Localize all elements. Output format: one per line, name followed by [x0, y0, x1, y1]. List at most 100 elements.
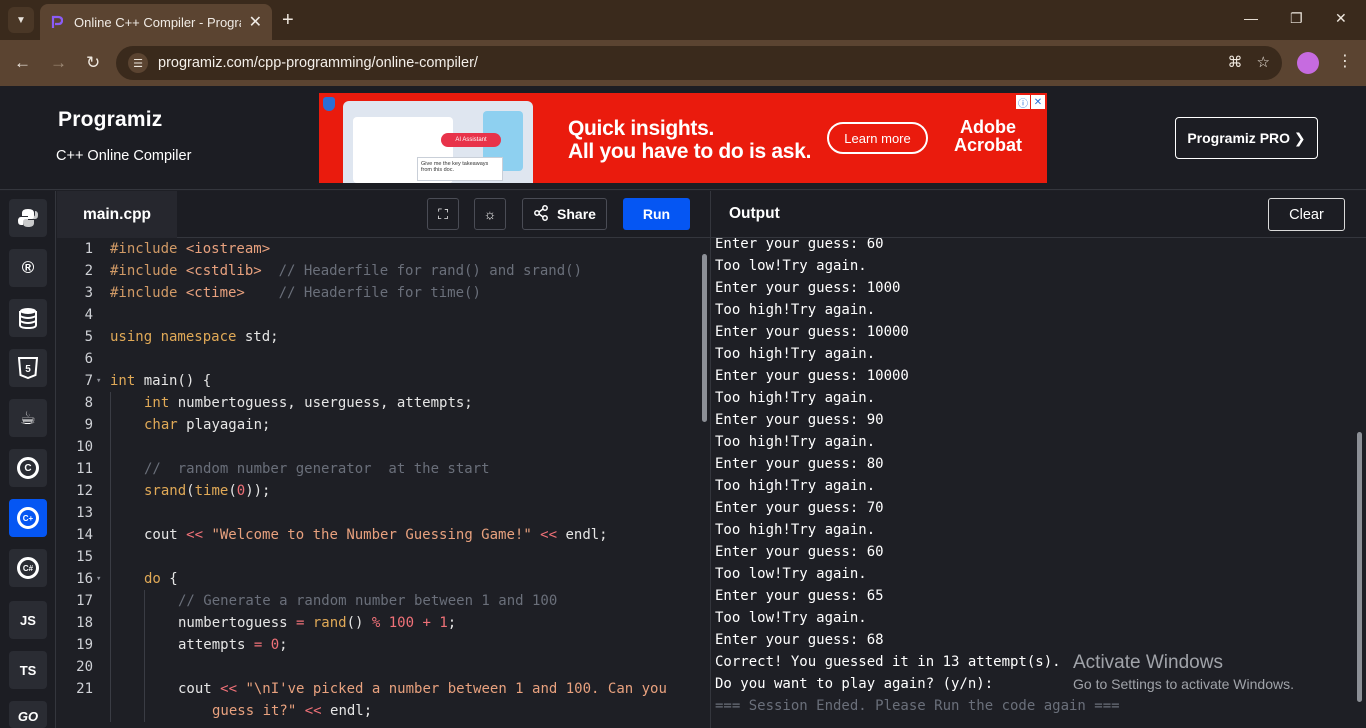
html5-icon[interactable]: 5: [9, 349, 47, 387]
ad-info-icon[interactable]: ⓘ: [1016, 95, 1030, 110]
code-line[interactable]: 20: [57, 656, 697, 678]
output-toolbar: Output Clear: [711, 191, 1366, 238]
language-sidebar: ® 5 ☕ C C+ C# JS TS GO: [0, 191, 56, 728]
cpp-language-icon[interactable]: C+: [9, 499, 47, 537]
code-line[interactable]: 7 ▾ int main() {: [57, 370, 697, 392]
java-icon[interactable]: ☕: [9, 399, 47, 437]
code-line[interactable]: 8 int numbertoguess, userguess, attempts;: [57, 392, 697, 414]
code-line[interactable]: 4: [57, 304, 697, 326]
code-text: attempts = 0;: [178, 637, 288, 653]
tab-title: Online C++ Compiler - Programiz: [74, 14, 241, 30]
code-line[interactable]: 5 using namespace std;: [57, 326, 697, 348]
indent-guide: [110, 392, 111, 722]
code-line[interactable]: 2 #include <cstdlib> // Headerfile for ra…: [57, 260, 697, 282]
new-tab-button[interactable]: +: [282, 8, 294, 32]
code-line[interactable]: 14 cout << "Welcome to the Number Guessin…: [57, 524, 697, 546]
bookmark-star-icon[interactable]: ☆: [1257, 53, 1270, 71]
file-tab-main-cpp[interactable]: main.cpp: [57, 191, 177, 238]
code-line[interactable]: 21 cout << "\nI've picked a number betwee…: [57, 678, 697, 700]
reload-icon[interactable]: ↻: [86, 53, 100, 73]
fold-chevron-icon[interactable]: ▾: [96, 568, 101, 590]
code-line[interactable]: 10: [57, 436, 697, 458]
programiz-pro-button[interactable]: Programiz PRO ❯: [1175, 117, 1318, 159]
translate-icon[interactable]: ⌘: [1228, 53, 1243, 71]
url-field[interactable]: ☰ programiz.com/cpp-programming/online-c…: [116, 46, 1282, 80]
code-line[interactable]: 9 char playagain;: [57, 414, 697, 436]
site-settings-icon[interactable]: ☰: [128, 53, 148, 73]
line-number: 4: [84, 307, 93, 323]
line-number: 1: [84, 241, 93, 257]
code-editor[interactable]: 1 #include <iostream> 2 #include <cstdlib> …: [57, 238, 710, 728]
csharp-language-icon[interactable]: C#: [9, 549, 47, 587]
line-number: 18: [76, 615, 93, 631]
line-number: 2: [84, 263, 93, 279]
line-number: 11: [76, 461, 93, 477]
code-line[interactable]: 3 #include <ctime> // Headerfile for time…: [57, 282, 697, 304]
clear-button[interactable]: Clear: [1268, 198, 1345, 231]
code-line[interactable]: 17 // Generate a random number between 1 …: [57, 590, 697, 612]
code-text: srand(time(0));: [144, 483, 271, 499]
code-text: numbertoguess = rand() % 100 + 1;: [178, 615, 457, 631]
r-language-icon[interactable]: ®: [9, 249, 47, 287]
code-line[interactable]: 11 // random number generator at the star…: [57, 458, 697, 480]
browser-tab[interactable]: Online C++ Compiler - Programiz ✕: [40, 4, 272, 40]
fold-chevron-icon[interactable]: ▾: [96, 370, 101, 392]
output-line: Enter your guess: 80: [715, 456, 884, 472]
code-line[interactable]: 6: [57, 348, 697, 370]
advertisement-banner[interactable]: AI Assistant Give me the key takeaways f…: [319, 93, 1047, 183]
code-line[interactable]: 15: [57, 546, 697, 568]
c-language-icon[interactable]: C: [9, 449, 47, 487]
code-text: // random number generator at the start: [144, 461, 490, 477]
output-line: Too high!Try again.: [715, 478, 876, 494]
output-title: Output: [729, 205, 780, 222]
javascript-icon[interactable]: JS: [9, 601, 47, 639]
output-line: Too high!Try again.: [715, 390, 876, 406]
sql-database-icon[interactable]: [9, 299, 47, 337]
restore-button[interactable]: ❐: [1290, 10, 1303, 27]
code-line[interactable]: 12 srand(time(0));: [57, 480, 697, 502]
run-button[interactable]: Run: [623, 198, 690, 230]
editor-scrollbar[interactable]: [702, 254, 707, 422]
code-text: #include <ctime> // Headerfile for time(…: [110, 285, 481, 301]
profile-avatar[interactable]: [1297, 52, 1319, 74]
line-number: 7: [84, 373, 93, 389]
back-arrow-icon[interactable]: ←: [14, 53, 31, 73]
line-number: 10: [76, 439, 93, 455]
browser-menu-icon[interactable]: ⋮: [1337, 51, 1353, 71]
typescript-icon[interactable]: TS: [9, 651, 47, 689]
close-window-button[interactable]: ✕: [1335, 10, 1347, 27]
code-line[interactable]: 13: [57, 502, 697, 524]
minimize-button[interactable]: —: [1244, 10, 1258, 26]
output-line: Too high!Try again.: [715, 302, 876, 318]
output-line: Too high!Try again.: [715, 346, 876, 362]
code-line[interactable]: 18 numbertoguess = rand() % 100 + 1;: [57, 612, 697, 634]
ad-shield-icon: [323, 97, 335, 111]
ad-learn-more-button[interactable]: Learn more: [827, 122, 928, 154]
output-line: Enter your guess: 10000: [715, 368, 909, 384]
code-text: guess it?" << endl;: [212, 703, 373, 719]
code-text: cout << "Welcome to the Number Guessing …: [144, 527, 608, 543]
output-line: Too low!Try again.: [715, 610, 867, 626]
theme-toggle-icon[interactable]: ☼: [474, 198, 506, 230]
fullscreen-icon[interactable]: ⛶: [427, 198, 459, 230]
tab-close-icon[interactable]: ✕: [249, 12, 262, 32]
code-line[interactable]: guess it?" << endl;: [57, 700, 697, 722]
go-language-icon[interactable]: GO: [9, 701, 47, 728]
programiz-favicon-icon: [50, 15, 64, 29]
code-line[interactable]: 19 attempts = 0;: [57, 634, 697, 656]
python-icon[interactable]: [9, 199, 47, 237]
output-line: Enter your guess: 65: [715, 588, 884, 604]
output-line: Enter your guess: 1000: [715, 280, 901, 296]
output-scrollbar[interactable]: [1357, 432, 1362, 702]
ad-close-icon[interactable]: ✕: [1031, 95, 1045, 109]
code-text: using namespace std;: [110, 329, 279, 345]
share-button[interactable]: Share: [522, 198, 607, 230]
output-line: Too high!Try again.: [715, 434, 876, 450]
code-line[interactable]: 1 #include <iostream>: [57, 238, 697, 260]
tab-search-button[interactable]: ▼: [8, 7, 34, 33]
programiz-logo[interactable]: Programiz: [58, 108, 163, 132]
code-text: cout << "\nI've picked a number between …: [178, 681, 667, 697]
ad-pill: AI Assistant: [441, 133, 501, 147]
forward-arrow-icon[interactable]: →: [50, 53, 67, 73]
code-line[interactable]: 16 ▾ do {: [57, 568, 697, 590]
